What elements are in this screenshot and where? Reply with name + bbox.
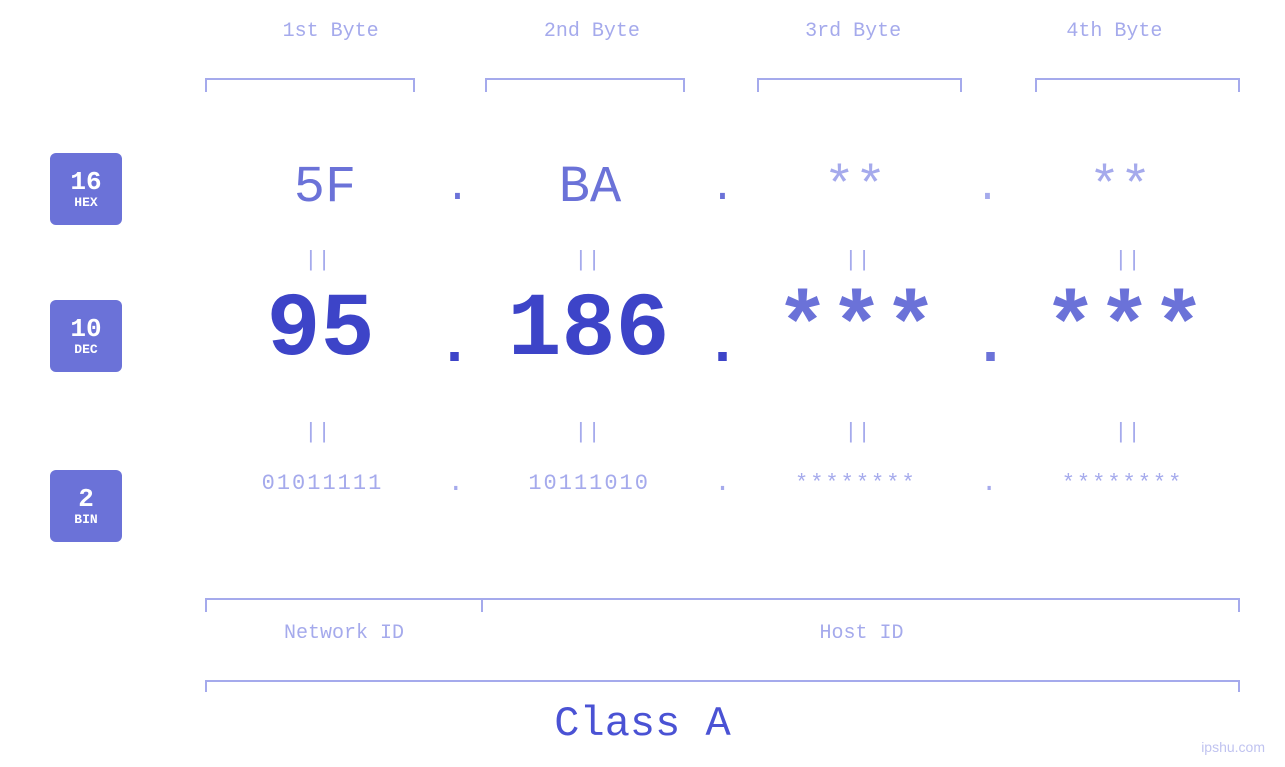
network-id-label: Network ID <box>205 622 483 645</box>
dec-row: 95 . 186 . *** . *** <box>200 280 1245 382</box>
top-bracket-4-right <box>1238 78 1240 92</box>
eq-3: || <box>748 248 968 273</box>
top-bracket-1 <box>205 78 415 80</box>
host-bracket-right <box>1238 598 1240 612</box>
eq2-1: || <box>208 420 428 445</box>
bin-dot-1: . <box>447 468 464 499</box>
dec-badge: 10 DEC <box>50 300 122 372</box>
class-label: Class A <box>554 700 730 748</box>
host-id-label: Host ID <box>483 622 1240 645</box>
bin-val-4: ******** <box>1013 471 1233 496</box>
dec-val-4: *** <box>1014 280 1234 382</box>
byte-header-3: 3rd Byte <box>743 20 963 43</box>
watermark: ipshu.com <box>1201 739 1265 755</box>
bin-row: 01011111 . 10111010 . ******** . *******… <box>200 468 1245 499</box>
network-bracket-right <box>481 598 483 612</box>
bin-badge-num: 2 <box>78 486 94 512</box>
class-bracket-left <box>205 680 207 692</box>
bin-val-1: 01011111 <box>212 471 432 496</box>
hex-val-4: ** <box>1010 158 1230 217</box>
bin-val-3: ******** <box>746 471 966 496</box>
eq2-4: || <box>1018 420 1238 445</box>
dec-badge-lbl: DEC <box>74 342 97 357</box>
byte-headers: 1st Byte 2nd Byte 3rd Byte 4th Byte <box>200 20 1245 43</box>
dec-dot-1: . <box>436 282 472 380</box>
hex-val-2: BA <box>480 158 700 217</box>
dec-val-2: 186 <box>478 280 698 382</box>
dec-val-1: 95 <box>210 280 430 382</box>
hex-row: 5F . BA . ** . ** <box>200 158 1245 217</box>
host-bracket <box>483 598 1240 600</box>
top-bracket-3 <box>757 78 962 80</box>
eq2-3: || <box>748 420 968 445</box>
class-bracket-right <box>1238 680 1240 692</box>
top-bracket-2 <box>485 78 685 80</box>
class-bracket <box>205 680 1240 682</box>
main-container: 1st Byte 2nd Byte 3rd Byte 4th Byte 16 H… <box>0 0 1285 767</box>
byte-header-2: 2nd Byte <box>482 20 702 43</box>
network-bracket-left <box>205 598 207 612</box>
hex-dot-1: . <box>445 164 470 212</box>
eq2-2: || <box>478 420 698 445</box>
hex-dot-2: . <box>710 164 735 212</box>
equals-row-1: || || || || <box>200 248 1245 273</box>
hex-badge: 16 HEX <box>50 153 122 225</box>
dec-val-3: *** <box>746 280 966 382</box>
dec-dot-2: . <box>704 282 740 380</box>
hex-val-3: ** <box>745 158 965 217</box>
top-bracket-1-right <box>413 78 415 92</box>
top-bracket-2-left <box>485 78 487 92</box>
top-bracket-1-left <box>205 78 207 92</box>
eq-4: || <box>1018 248 1238 273</box>
bin-badge: 2 BIN <box>50 470 122 542</box>
top-bracket-3-left <box>757 78 759 92</box>
bin-badge-lbl: BIN <box>74 512 97 527</box>
bin-dot-3: . <box>981 468 998 499</box>
dec-badge-num: 10 <box>70 316 101 342</box>
hex-badge-num: 16 <box>70 169 101 195</box>
byte-header-1: 1st Byte <box>221 20 441 43</box>
top-bracket-3-right <box>960 78 962 92</box>
byte-header-4: 4th Byte <box>1004 20 1224 43</box>
network-bracket <box>205 598 483 600</box>
hex-dot-3: . <box>975 164 1000 212</box>
top-bracket-4 <box>1035 78 1240 80</box>
bin-dot-2: . <box>714 468 731 499</box>
hex-badge-lbl: HEX <box>74 195 97 210</box>
top-bracket-2-right <box>683 78 685 92</box>
dec-dot-3: . <box>972 282 1008 380</box>
bin-val-2: 10111010 <box>479 471 699 496</box>
eq-1: || <box>208 248 428 273</box>
hex-val-1: 5F <box>215 158 435 217</box>
eq-2: || <box>478 248 698 273</box>
top-bracket-4-left <box>1035 78 1037 92</box>
equals-row-2: || || || || <box>200 420 1245 445</box>
